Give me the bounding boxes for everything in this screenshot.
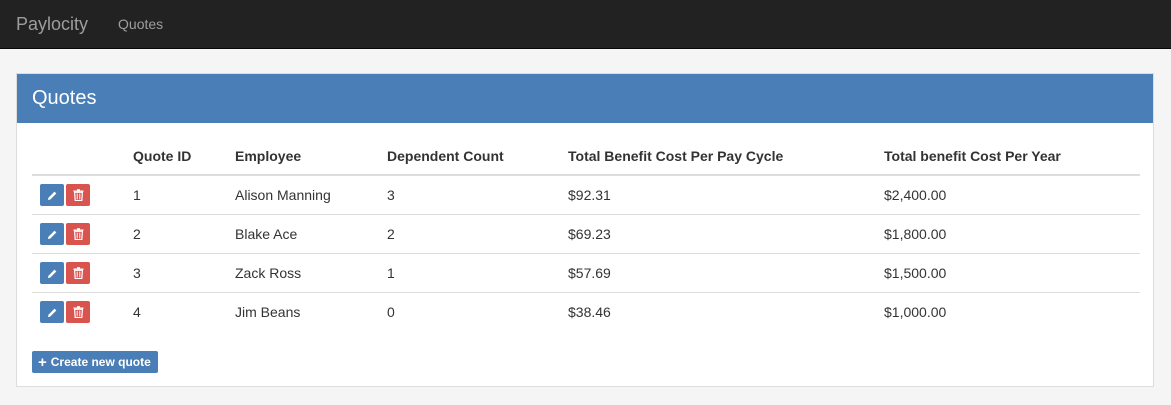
- pencil-icon: [47, 307, 58, 318]
- trash-icon: [73, 189, 84, 201]
- edit-button[interactable]: [40, 223, 64, 245]
- pencil-icon: [47, 190, 58, 201]
- plus-icon: +: [38, 353, 47, 371]
- row-actions: [32, 292, 133, 331]
- table-header-row: Quote ID Employee Dependent Count Total …: [32, 138, 1140, 176]
- edit-button[interactable]: [40, 184, 64, 206]
- header-actions: [32, 138, 133, 176]
- cell-cost-per-pay-cycle: $69.23: [568, 214, 884, 254]
- quotes-panel: Quotes Quote ID Employee Dependent Count…: [16, 73, 1154, 387]
- cell-cost-per-pay-cycle: $38.46: [568, 292, 884, 331]
- row-actions: [32, 175, 133, 215]
- cell-quote-id: 2: [133, 214, 235, 254]
- cell-cost-per-year: $1,000.00: [884, 292, 1140, 331]
- cell-cost-per-pay-cycle: $92.31: [568, 187, 611, 203]
- delete-button[interactable]: [66, 184, 90, 206]
- create-new-quote-button[interactable]: + Create new quote: [32, 351, 158, 373]
- cell-cost-per-year: $2,400.00: [884, 187, 947, 203]
- cell-quote-id: 4: [133, 292, 235, 331]
- create-new-quote-label: Create new quote: [50, 355, 151, 369]
- cell-employee: Alison Manning: [235, 187, 331, 203]
- trash-icon: [73, 306, 84, 318]
- cell-quote-id: 3: [133, 253, 235, 293]
- panel-body: Quote ID Employee Dependent Count Total …: [17, 123, 1153, 373]
- pencil-icon: [47, 268, 58, 279]
- header-cost-per-pay-cycle: Total Benefit Cost Per Pay Cycle: [568, 138, 884, 176]
- trash-icon: [73, 228, 84, 240]
- table-row: 4 Jim Beans 0 $38.46 $1,000.00: [32, 292, 1140, 331]
- edit-button[interactable]: [40, 301, 64, 323]
- trash-icon: [73, 267, 84, 279]
- cell-dependent-count: 2: [387, 214, 568, 254]
- header-dependent-count: Dependent Count: [387, 138, 568, 176]
- table-row: 3 Zack Ross 1 $57.69 $1,500.00: [32, 253, 1140, 293]
- delete-button[interactable]: [66, 262, 90, 284]
- header-quote-id: Quote ID: [133, 138, 235, 176]
- delete-button[interactable]: [66, 301, 90, 323]
- navbar: Paylocity Quotes: [0, 0, 1171, 49]
- delete-button[interactable]: [66, 223, 90, 245]
- cell-dependent-count: 1: [387, 253, 568, 293]
- table-row: 1 Alison Manning 3 $92.31 $2,400.00: [32, 175, 1140, 215]
- cell-quote-id: 1: [133, 187, 141, 203]
- panel-title: Quotes: [17, 74, 1153, 123]
- cell-employee: Blake Ace: [235, 214, 387, 254]
- quotes-table: Quote ID Employee Dependent Count Total …: [32, 138, 1140, 331]
- cell-employee: Jim Beans: [235, 292, 387, 331]
- pencil-icon: [47, 229, 58, 240]
- row-actions: [32, 214, 133, 254]
- table-row: 2 Blake Ace 2 $69.23 $1,800.00: [32, 214, 1140, 254]
- edit-button[interactable]: [40, 262, 64, 284]
- cell-cost-per-year: $1,800.00: [884, 214, 1140, 254]
- nav-link-quotes[interactable]: Quotes: [118, 16, 163, 32]
- header-cost-per-year: Total benefit Cost Per Year: [884, 138, 1140, 176]
- cell-cost-per-pay-cycle: $57.69: [568, 253, 884, 293]
- brand-link[interactable]: Paylocity: [16, 14, 88, 35]
- row-actions: [32, 253, 133, 293]
- cell-employee: Zack Ross: [235, 253, 387, 293]
- cell-cost-per-year: $1,500.00: [884, 253, 1140, 293]
- cell-dependent-count: 3: [387, 187, 395, 203]
- header-employee: Employee: [235, 138, 387, 176]
- cell-dependent-count: 0: [387, 292, 568, 331]
